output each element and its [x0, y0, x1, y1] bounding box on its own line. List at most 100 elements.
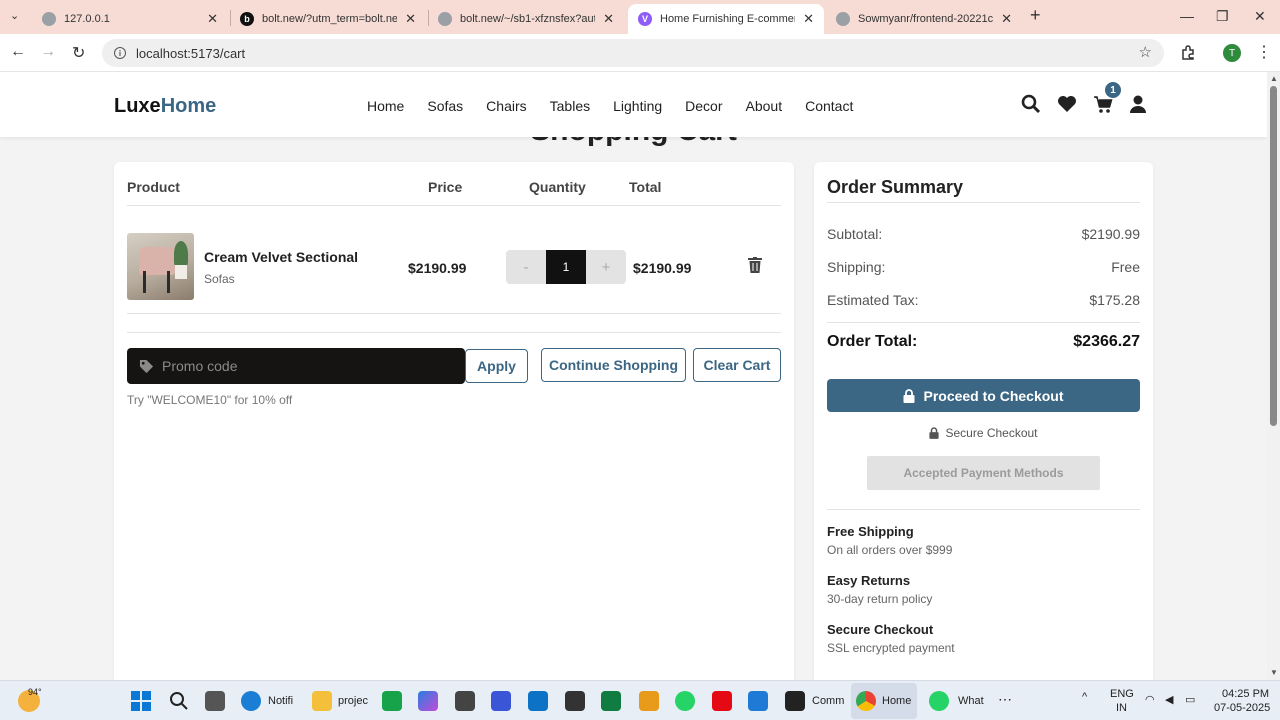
close-icon[interactable]: ✕ [1001, 11, 1012, 27]
vite-icon: V [638, 12, 652, 26]
promo-code-input[interactable] [162, 358, 442, 374]
user-icon[interactable] [1128, 94, 1148, 114]
tray-chevron-icon[interactable]: ^ [1082, 691, 1087, 703]
minimize-button[interactable]: — [1180, 8, 1194, 24]
nav-about[interactable]: About [746, 98, 783, 114]
tab-5[interactable]: Sowmyanr/frontend-20221cse0 ✕ [826, 4, 1022, 34]
nav-home[interactable]: Home [367, 98, 404, 114]
close-icon[interactable]: ✕ [405, 11, 416, 27]
battery-icon[interactable]: ▭ [1185, 693, 1195, 706]
scrollbar-thumb[interactable] [1270, 86, 1277, 426]
app-icon[interactable] [565, 691, 585, 711]
close-icon[interactable]: ✕ [603, 11, 614, 27]
proceed-to-checkout-button[interactable]: Proceed to Checkout [827, 379, 1140, 412]
tab-2[interactable]: b bolt.new/?utm_term=bolt.new& ✕ [230, 4, 426, 34]
search-icon[interactable] [1021, 94, 1041, 114]
copilot-icon[interactable] [418, 691, 438, 711]
site-logo[interactable]: LuxeHome [114, 95, 216, 118]
reload-button[interactable]: ↻ [72, 43, 85, 63]
menu-icon[interactable]: ⋮ [1256, 42, 1272, 62]
lock-icon [903, 388, 915, 403]
bookmark-star-icon[interactable]: ☆ [1139, 43, 1152, 61]
address-bar-row: ← → ↻ i localhost:5173/cart ☆ T ⋮ [0, 34, 1280, 72]
promo-hint: Try "WELCOME10" for 10% off [127, 393, 293, 407]
xbox-icon[interactable] [382, 691, 402, 711]
nav-lighting[interactable]: Lighting [613, 98, 662, 114]
clock-date[interactable]: 07-05-2025 [1214, 702, 1270, 714]
nav-decor[interactable]: Decor [685, 98, 722, 114]
shipping-row: Shipping: Free [827, 259, 1140, 275]
forward-button[interactable]: → [40, 43, 56, 61]
trash-icon[interactable] [748, 257, 762, 273]
site-info-icon[interactable]: i [114, 47, 126, 59]
whatsapp-icon[interactable] [675, 691, 695, 711]
feature-desc: SSL encrypted payment [827, 641, 955, 655]
more-icon[interactable]: ⋯ [998, 691, 1012, 708]
tab-title: 127.0.0.1 [64, 13, 110, 25]
language-bottom[interactable]: IN [1116, 702, 1127, 714]
clear-cart-button[interactable]: Clear Cart [693, 348, 781, 382]
close-window-button[interactable]: ✕ [1254, 8, 1266, 25]
app-icon[interactable] [491, 691, 511, 711]
edge-icon[interactable] [241, 691, 261, 711]
nav-chairs[interactable]: Chairs [486, 98, 526, 114]
lock-icon [929, 427, 940, 439]
divider [127, 313, 781, 314]
logo-text: Luxe [114, 95, 161, 117]
restore-button[interactable]: ❐ [1216, 8, 1229, 25]
product-name[interactable]: Cream Velvet Sectional [204, 249, 358, 265]
nav-sofas[interactable]: Sofas [427, 98, 463, 114]
search-icon[interactable] [169, 691, 189, 711]
task-view-icon[interactable] [205, 691, 225, 711]
tab-3[interactable]: bolt.new/~/sb1-xfznsfex?autoA ✕ [428, 4, 624, 34]
store-icon[interactable] [748, 691, 768, 711]
language-top[interactable]: ENG [1110, 688, 1134, 700]
whatsapp-icon[interactable] [929, 691, 949, 711]
quantity-stepper: - 1 + [506, 250, 626, 284]
wifi-icon[interactable]: ◠ [1145, 693, 1155, 706]
close-icon[interactable]: ✕ [207, 11, 218, 27]
volume-icon[interactable]: ◀ [1165, 693, 1173, 706]
folder-icon[interactable] [312, 691, 332, 711]
tab-title: bolt.new/~/sb1-xfznsfex?autoA [460, 13, 595, 25]
tab-search-icon[interactable]: ⌄ [10, 9, 19, 22]
app-icon[interactable] [639, 691, 659, 711]
row-value: $175.28 [1089, 292, 1140, 308]
windows-start-icon[interactable] [131, 691, 151, 711]
clock-time[interactable]: 04:25 PM [1222, 688, 1269, 700]
back-button[interactable]: ← [10, 43, 26, 61]
increase-quantity-button[interactable]: + [586, 250, 626, 284]
close-icon[interactable]: ✕ [803, 11, 814, 27]
quantity-value[interactable]: 1 [546, 250, 586, 284]
extensions-icon[interactable] [1180, 45, 1196, 61]
tab-4-active[interactable]: V Home Furnishing E-commerce ✕ [628, 4, 824, 34]
secure-label: Secure Checkout [945, 426, 1038, 440]
nav-contact[interactable]: Contact [805, 98, 853, 114]
nav-tables[interactable]: Tables [550, 98, 590, 114]
product-category: Sofas [204, 272, 235, 286]
url-field[interactable]: i localhost:5173/cart ☆ [102, 39, 1164, 67]
profile-avatar[interactable]: T [1223, 44, 1241, 62]
new-tab-button[interactable]: + [1030, 5, 1041, 26]
weather-temp: 94° [28, 687, 42, 697]
accepted-payment-methods: Accepted Payment Methods [867, 456, 1100, 490]
continue-shopping-button[interactable]: Continue Shopping [541, 348, 686, 382]
app-icon[interactable] [455, 691, 475, 711]
outlook-icon[interactable] [528, 691, 548, 711]
chrome-icon[interactable] [856, 691, 876, 711]
page-scrollbar[interactable]: ▲ ▼ [1267, 72, 1280, 680]
globe-icon [438, 12, 452, 26]
terminal-icon[interactable] [785, 691, 805, 711]
tab-1[interactable]: 127.0.0.1 ✕ [32, 4, 228, 34]
taskbar-label: What [958, 695, 984, 707]
order-summary-panel: Order Summary Subtotal: $2190.99 Shipping… [814, 162, 1153, 680]
excel-icon[interactable] [601, 691, 621, 711]
apply-promo-button[interactable]: Apply [465, 349, 528, 383]
netflix-icon[interactable] [712, 691, 732, 711]
globe-icon [42, 12, 56, 26]
decrease-quantity-button[interactable]: - [506, 250, 546, 284]
bolt-icon: b [240, 12, 254, 26]
product-image[interactable] [127, 233, 194, 300]
heart-icon[interactable] [1057, 94, 1077, 114]
taskbar-label: Comm [812, 695, 845, 707]
